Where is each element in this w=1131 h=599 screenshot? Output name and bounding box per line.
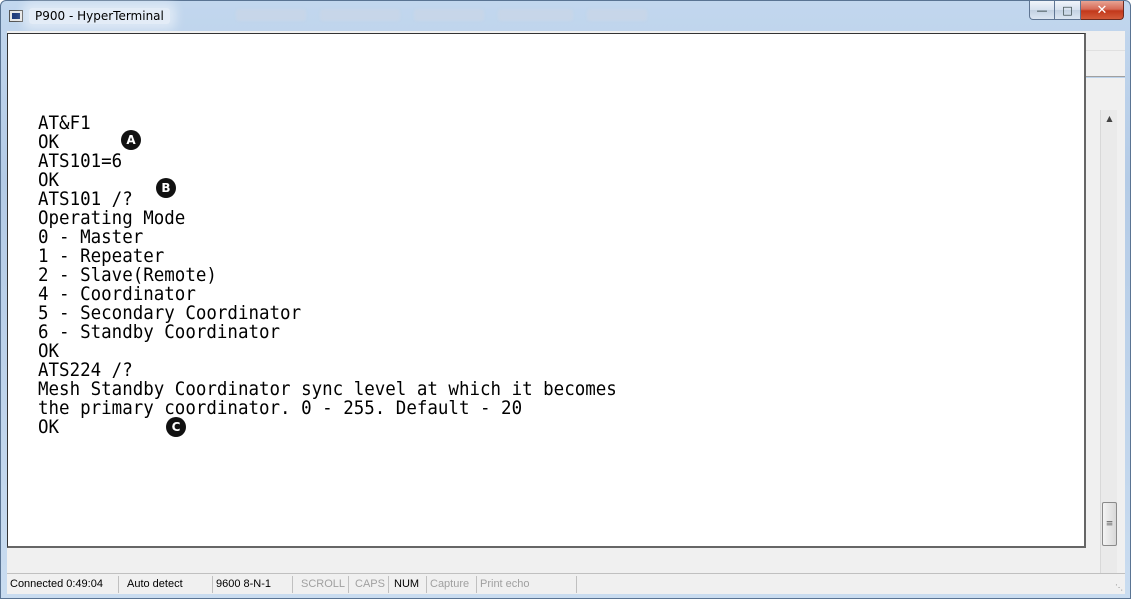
resize-grip-icon[interactable]: ⋱ xyxy=(1115,583,1123,592)
scroll-up-arrow-icon[interactable]: ▲ xyxy=(1101,110,1118,127)
status-settings: 9600 8-N-1 xyxy=(213,575,293,593)
maximize-button[interactable]: □ xyxy=(1055,1,1081,20)
app-icon[interactable] xyxy=(9,10,23,22)
callout-b: B xyxy=(156,178,176,198)
status-capture: Capture xyxy=(427,575,477,593)
hyperterminal-window: P900 - HyperTerminal — □ ✕ File Edit Vie… xyxy=(0,0,1131,599)
status-num: NUM xyxy=(389,575,427,593)
terminal-line: OK xyxy=(38,416,60,438)
terminal-line: AT&F1 xyxy=(38,112,91,134)
title-bar[interactable]: P900 - HyperTerminal — □ ✕ xyxy=(1,1,1130,31)
terminal-output: AT&F1 OK ATS101=6 OK ATS101 /? Operating… xyxy=(38,114,667,437)
background-tabs xyxy=(236,9,661,23)
caption-buttons: — □ ✕ xyxy=(1029,1,1124,20)
callout-c: C xyxy=(166,417,186,437)
maximize-icon: □ xyxy=(1062,3,1073,17)
minimize-icon: — xyxy=(1036,3,1048,17)
minimize-button[interactable]: — xyxy=(1029,1,1055,20)
callout-a: A xyxy=(121,130,141,150)
window-title: P900 - HyperTerminal xyxy=(29,8,170,24)
terminal-line: ATS101=6 xyxy=(38,150,123,172)
close-icon: ✕ xyxy=(1096,2,1108,18)
terminal-line: the primary coordinator. 0 - 255. Defaul… xyxy=(38,397,523,419)
status-connected: Connected 0:49:04 xyxy=(7,575,119,593)
status-scroll: SCROLL xyxy=(293,575,349,593)
scrollbar-thumb[interactable]: ≡ xyxy=(1102,502,1117,546)
status-detect: Auto detect xyxy=(119,575,213,593)
status-bar: Connected 0:49:04 Auto detect 9600 8-N-1… xyxy=(7,573,1125,594)
status-caps: CAPS xyxy=(349,575,389,593)
vertical-scrollbar[interactable]: ▲ ≡ ▼ xyxy=(1100,110,1117,590)
grip-lines-icon: ≡ xyxy=(1105,519,1114,529)
terminal-line: 6 - Standby Coordinator xyxy=(38,321,281,343)
close-button[interactable]: ✕ xyxy=(1081,1,1124,20)
status-print-echo: Print echo xyxy=(477,575,577,593)
